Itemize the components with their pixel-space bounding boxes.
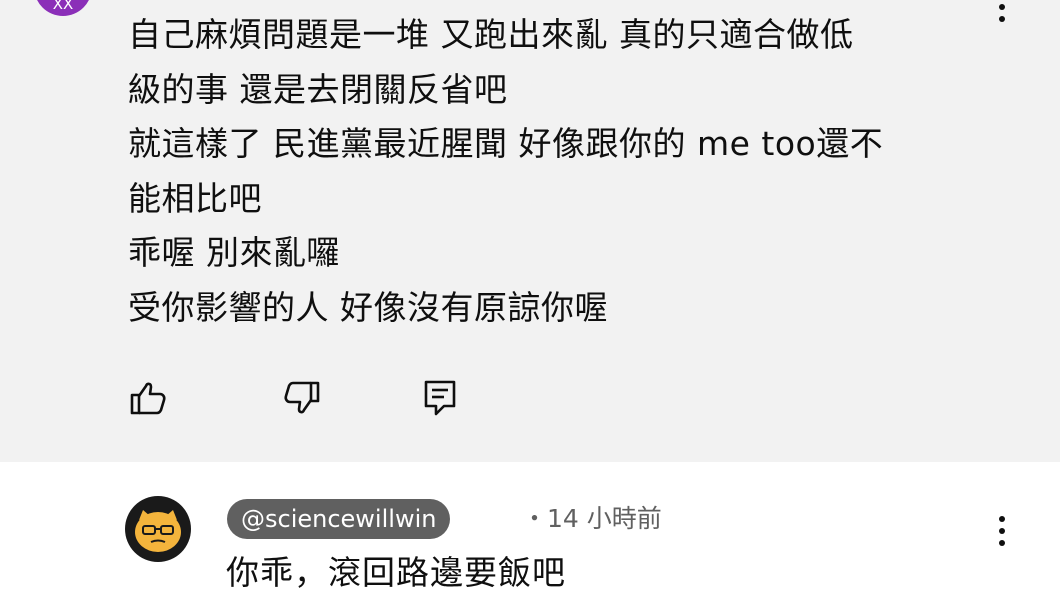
highlighted-comment: XX 自己麻煩問題是一堆 又跑出來亂 真的只適合做低 級的事 還是去閉關反省吧 … — [0, 0, 1060, 462]
thumbs-down-icon[interactable] — [282, 378, 322, 418]
reply-author-handle[interactable]: @sciencewillwin — [227, 499, 451, 539]
comment-line: 受你影響的人 好像沒有原諒你喔 — [128, 287, 608, 327]
avatar-initials: XX — [52, 0, 74, 13]
comment-body: 自己麻煩問題是一堆 又跑出來亂 真的只適合做低 級的事 還是去閉關反省吧 就這樣… — [128, 8, 1028, 335]
commenter-avatar[interactable]: XX — [34, 0, 92, 16]
comment-line: 自己麻煩問題是一堆 又跑出來亂 真的只適合做低 — [128, 15, 854, 54]
reply-icon[interactable] — [420, 378, 460, 418]
reply-more-icon[interactable] — [992, 516, 1012, 552]
comment-line: 級的事 還是去閉關反省吧 — [128, 69, 508, 109]
comments-section: XX 自己麻煩問題是一堆 又跑出來亂 真的只適合做低 級的事 還是去閉關反省吧 … — [0, 0, 1060, 596]
reply-body: 你乖，滾回路邊要飯吧 — [226, 553, 566, 592]
comment-line: 就這樣了 民進黨最近腥聞 好像跟你的 me too還不 — [128, 124, 884, 163]
comment-line: 能相比吧 — [128, 178, 262, 218]
reply-avatar[interactable] — [125, 496, 191, 562]
reply-timestamp: ・14 小時前 — [522, 504, 662, 533]
comment-line: 乖喔 別來亂囉 — [128, 233, 340, 272]
reply-comment: @sciencewillwin ・14 小時前 你乖，滾回路邊要飯吧 — [0, 462, 1060, 596]
thumbs-up-icon[interactable] — [128, 378, 168, 418]
